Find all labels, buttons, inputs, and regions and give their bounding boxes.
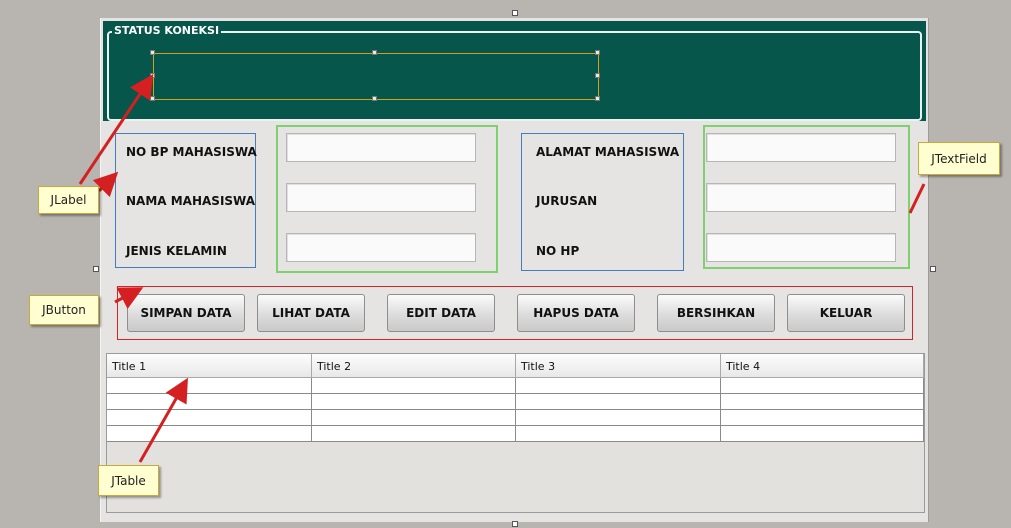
arrow-to-textfields	[908, 183, 926, 214]
arrow-to-labels	[92, 171, 119, 198]
callout-jlabel: JLabel	[38, 186, 99, 214]
arrow-to-table	[138, 377, 188, 463]
callout-jbutton: JButton	[29, 295, 99, 325]
callout-jtable: JTable	[98, 465, 159, 496]
arrow-to-status-label	[78, 74, 154, 185]
arrow-to-buttons	[114, 287, 144, 309]
annotation-arrows	[78, 74, 926, 463]
callout-jtextfield: JTextField	[918, 142, 1000, 175]
